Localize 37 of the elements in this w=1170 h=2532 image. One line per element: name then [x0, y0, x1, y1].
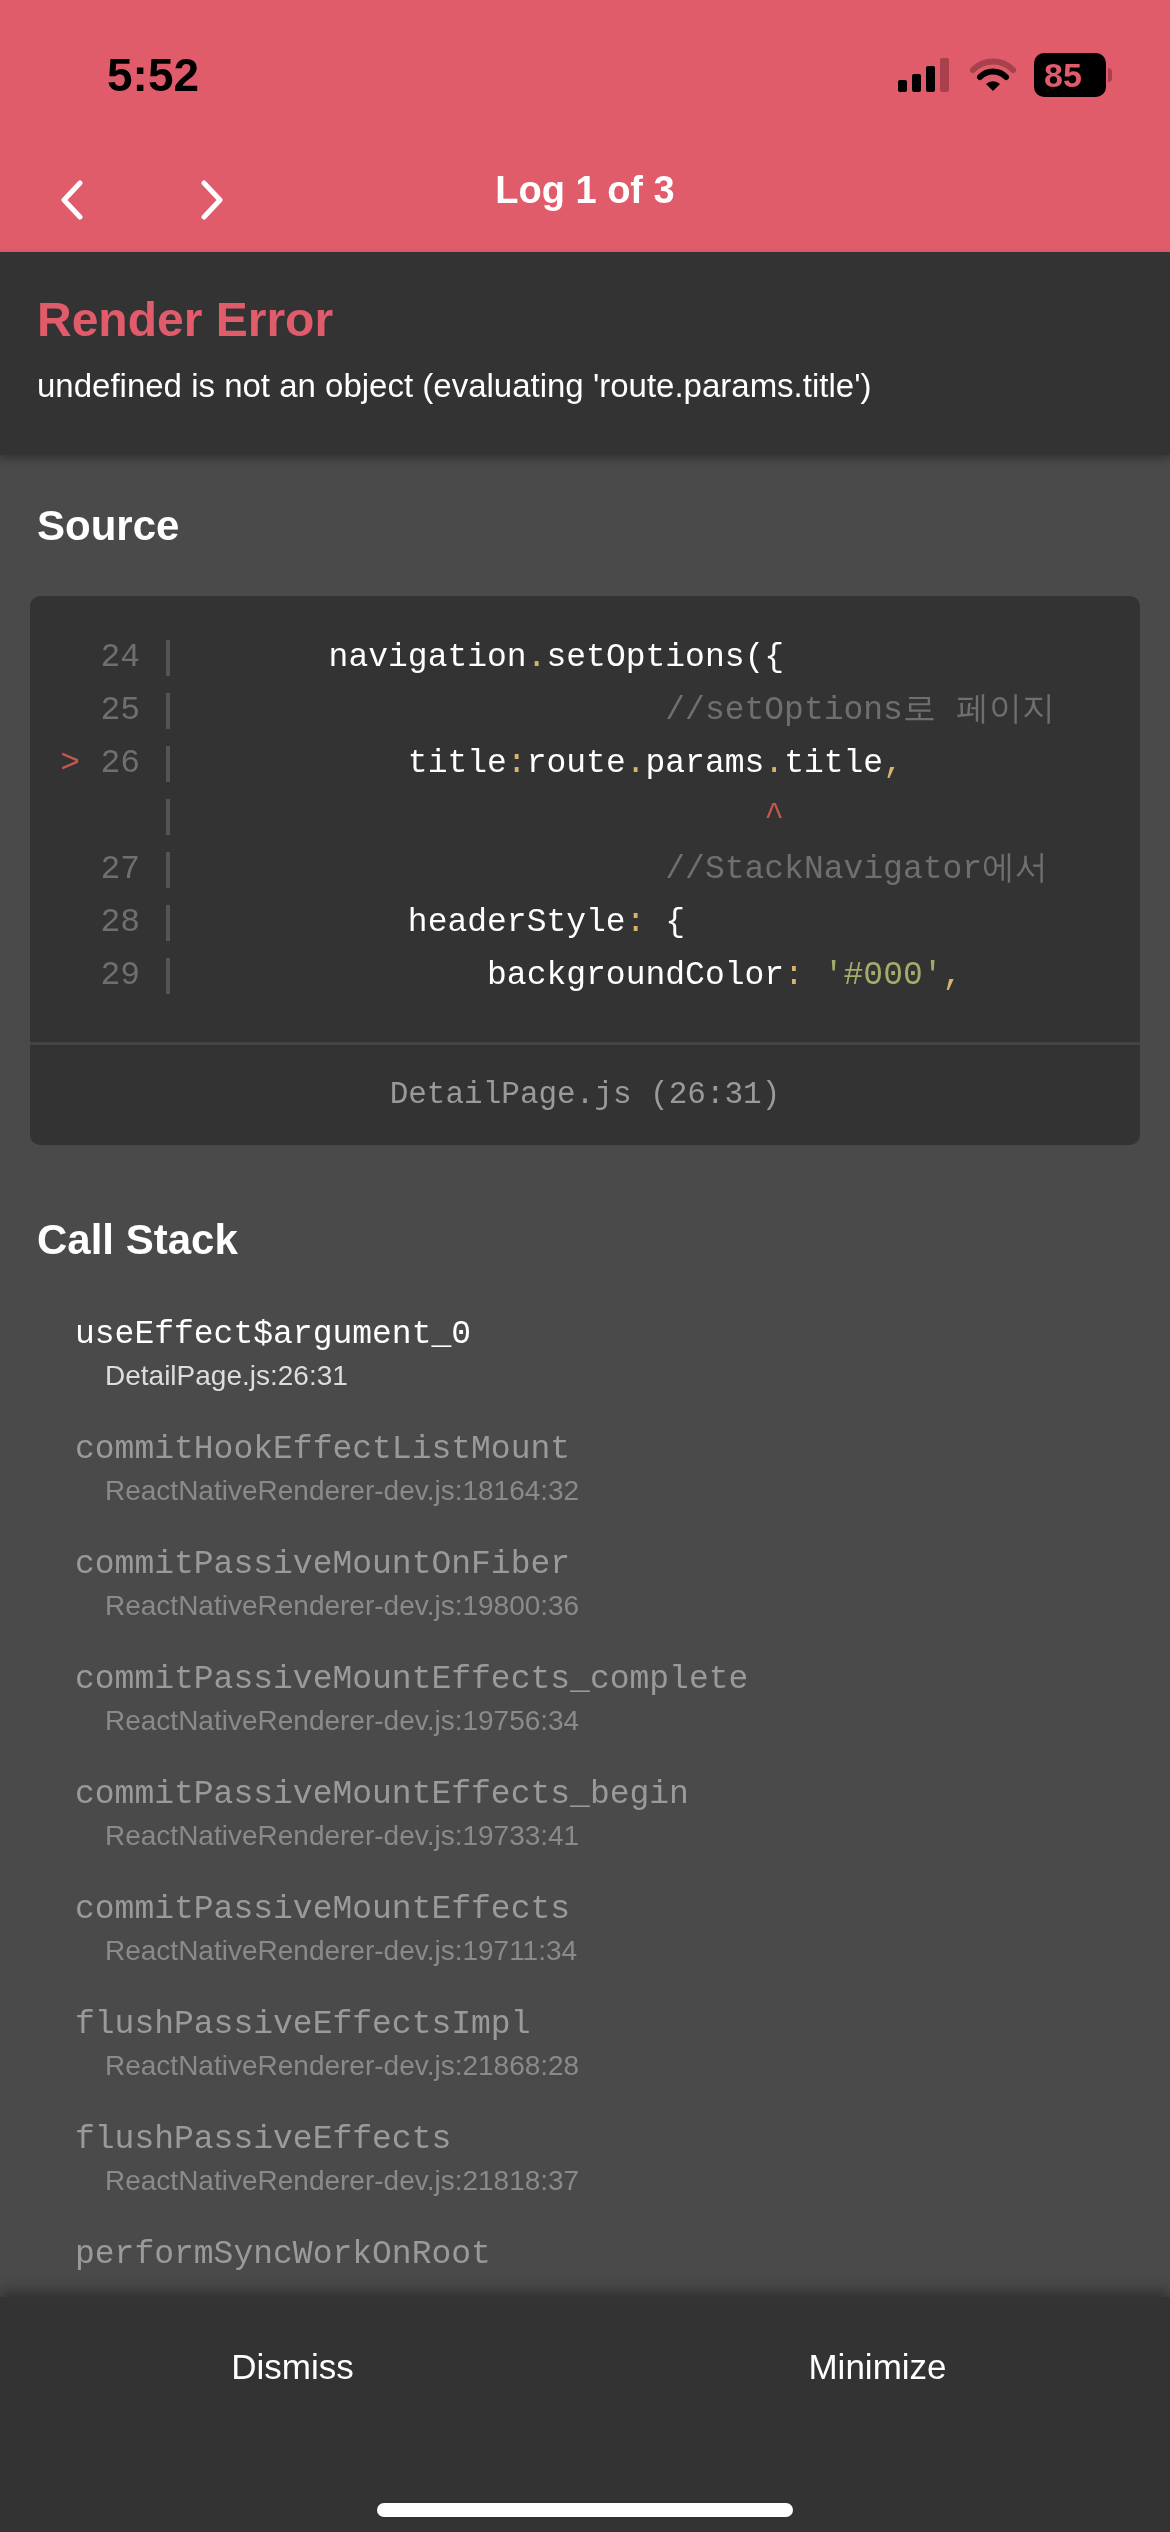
error-message: undefined is not an object (evaluating 'route.params.title')	[37, 366, 873, 406]
line-number: 29	[100, 956, 140, 994]
stack-frame[interactable]: commitPassiveMountEffects ReactNativeRenderer-dev.js:19711:34	[30, 1882, 1140, 1997]
line-number: 24	[100, 638, 140, 676]
error-marker: >	[60, 744, 80, 782]
line-number: 26	[100, 744, 140, 782]
code-line: ^	[763, 796, 786, 837]
code-line: //StackNavigator에서	[664, 849, 1050, 890]
footer-button[interactable]: Minimize	[585, 2297, 1170, 2437]
code-line: navigation.setOptions({	[327, 637, 786, 678]
chevron-right-icon	[200, 180, 224, 220]
source-file: DetailPage.js (26:31)	[389, 1075, 781, 1114]
section-title: Source	[37, 501, 181, 551]
battery-indicator: 85	[1034, 53, 1112, 97]
log-title: Log 1 of 3	[495, 167, 675, 213]
chevron-left-icon	[60, 180, 84, 220]
code-line: headerStyle: {	[406, 902, 687, 943]
status-time: 5:52	[107, 47, 200, 103]
section-title: Call Stack	[37, 1215, 239, 1265]
line-number: 27	[100, 850, 140, 888]
stack-frame[interactable]: commitPassiveMountEffects_complete ReactNativeRenderer-dev.js:19756:34	[30, 1652, 1140, 1767]
signal-icon	[898, 58, 952, 92]
wifi-icon	[970, 58, 1016, 92]
stack-frame[interactable]: flushPassiveEffectsImpl ReactNativeRenderer-dev.js:21868:28	[30, 1997, 1140, 2112]
code-line: title:route.params.title,	[406, 743, 904, 784]
stack-frame[interactable]: useEffect$argument_0 DetailPage.js:26:31	[30, 1307, 1140, 1422]
line-number: 28	[100, 903, 140, 941]
footer-button[interactable]: Dismiss	[0, 2297, 585, 2437]
code-line: //setOptions로 페이지	[664, 690, 1056, 731]
stack-frame[interactable]: commitHookEffectListMount ReactNativeRenderer-dev.js:18164:32	[30, 1422, 1140, 1537]
stack-frame[interactable]: performSyncWorkOnRoot	[30, 2227, 1140, 2297]
code-line: backgroundColor: '#000',	[486, 955, 964, 996]
stack-frame[interactable]: commitPassiveMountEffects_begin ReactNativeRenderer-dev.js:19733:41	[30, 1767, 1140, 1882]
stack-frame[interactable]: commitPassiveMountOnFiber ReactNativeRenderer-dev.js:19800:36	[30, 1537, 1140, 1652]
line-number: 25	[100, 691, 140, 729]
error-title: Render Error	[37, 292, 335, 348]
stack-frame[interactable]: flushPassiveEffects ReactNativeRenderer-dev.js:21818:37	[30, 2112, 1140, 2227]
